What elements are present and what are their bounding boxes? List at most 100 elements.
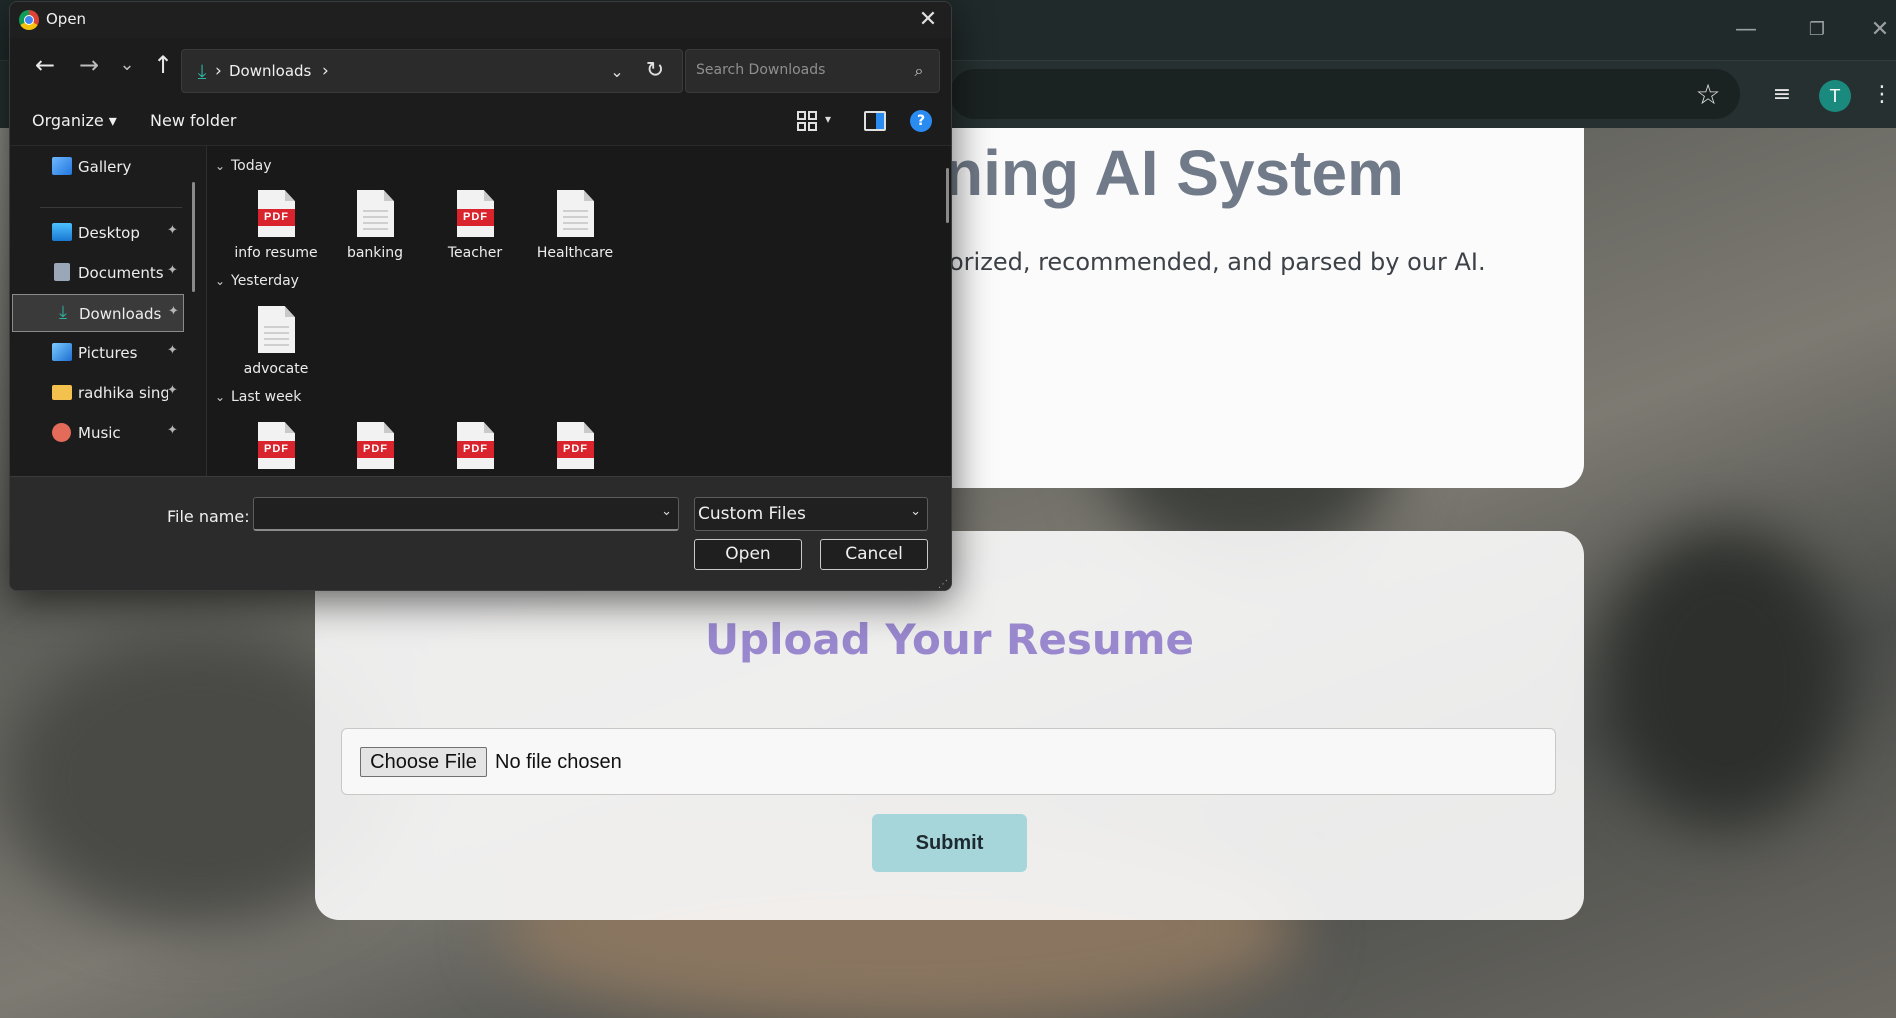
- sidebar-item-label: Pictures: [78, 344, 138, 362]
- group-header-last-week[interactable]: ⌄ Last week: [215, 389, 301, 405]
- hero-title: ning AI System: [944, 137, 1404, 209]
- path-bar[interactable]: ⤓ › Downloads › ⌄ ↻: [181, 49, 683, 93]
- file-item-info-resume[interactable]: PDF info resume: [228, 190, 324, 276]
- hero-subtitle: orized, recommended, and parsed by our A…: [949, 248, 1486, 276]
- file-type-select[interactable]: Custom Files ⌄: [694, 497, 928, 531]
- pdf-badge: PDF: [258, 441, 295, 458]
- file-list-scrollbar[interactable]: [946, 168, 949, 223]
- pdf-badge: PDF: [457, 209, 494, 226]
- view-options-icon[interactable]: [796, 110, 818, 132]
- sidebar-item-label: Downloads: [79, 305, 162, 323]
- gallery-icon: [52, 157, 72, 175]
- file-item-pdf[interactable]: PDF: [527, 422, 623, 476]
- navigation-pane: Gallery Desktop ✦ Documents ✦ ⤓ Download…: [10, 146, 206, 476]
- file-item-banking[interactable]: banking: [327, 190, 423, 276]
- file-item-healthcare[interactable]: Healthcare: [527, 190, 623, 276]
- refresh-icon[interactable]: ↻: [637, 56, 673, 86]
- forward-icon[interactable]: →: [72, 48, 106, 82]
- open-button[interactable]: Open: [694, 539, 802, 570]
- chevron-down-icon[interactable]: ⌄: [215, 274, 231, 288]
- minimize-button[interactable]: —: [1726, 12, 1766, 48]
- pdf-file-icon: PDF: [258, 422, 295, 469]
- chrome-icon: [19, 10, 39, 30]
- help-icon[interactable]: ?: [910, 110, 932, 132]
- pin-icon[interactable]: ✦: [167, 423, 178, 438]
- documents-icon: [54, 263, 70, 281]
- background-photo: [1600, 528, 1850, 828]
- sidebar-item-documents[interactable]: Documents ✦: [12, 254, 184, 292]
- sidebar-item-gallery[interactable]: Gallery: [12, 148, 184, 186]
- command-bar: Organize ▾ New folder ▾ ?: [10, 98, 951, 146]
- dialog-footer: File name: ⌄ Custom Files ⌄ Open Cancel …: [10, 476, 951, 590]
- search-placeholder: Search Downloads: [696, 62, 826, 78]
- sidebar-item-label: Documents: [78, 264, 164, 282]
- pin-icon[interactable]: ✦: [168, 304, 179, 319]
- window-close-button[interactable]: ✕: [1860, 12, 1896, 48]
- reading-list-icon[interactable]: ≡: [1762, 75, 1802, 115]
- group-header-today[interactable]: ⌄ Today: [215, 158, 272, 174]
- sidebar-divider: [40, 207, 182, 208]
- star-icon[interactable]: ☆: [1688, 75, 1728, 115]
- pin-icon[interactable]: ✦: [167, 263, 178, 278]
- dialog-title: Open: [46, 10, 87, 28]
- sidebar-item-radhika-singh[interactable]: radhika singh ✦: [12, 374, 184, 412]
- pin-icon[interactable]: ✦: [167, 383, 178, 398]
- file-item-pdf[interactable]: PDF: [327, 422, 423, 476]
- search-input[interactable]: Search Downloads ⌕: [685, 49, 940, 93]
- document-file-icon: [258, 306, 295, 353]
- chevron-down-icon[interactable]: ⌄: [910, 504, 921, 519]
- file-name-label: File name:: [167, 507, 250, 526]
- choose-file-button[interactable]: Choose File: [360, 747, 487, 777]
- group-label: Last week: [231, 389, 302, 405]
- no-file-text: No file chosen: [495, 751, 622, 773]
- chevron-down-icon[interactable]: ⌄: [602, 58, 632, 86]
- pin-icon[interactable]: ✦: [167, 343, 178, 358]
- sidebar-item-pictures[interactable]: Pictures ✦: [12, 334, 184, 372]
- pdf-badge: PDF: [258, 209, 295, 226]
- address-bar[interactable]: [950, 69, 1740, 119]
- cancel-button[interactable]: Cancel: [820, 539, 928, 570]
- preview-pane-icon[interactable]: [864, 111, 886, 131]
- chevron-down-icon[interactable]: ⌄: [215, 390, 231, 404]
- sidebar-item-music[interactable]: Music ✦: [12, 414, 184, 452]
- new-folder-button[interactable]: New folder: [150, 111, 236, 130]
- chevron-down-icon[interactable]: ⌄: [661, 504, 672, 519]
- submit-button[interactable]: Submit: [872, 814, 1027, 872]
- sidebar-item-downloads[interactable]: ⤓ Downloads ✦: [12, 294, 184, 332]
- search-icon: ⌕: [914, 61, 924, 80]
- document-file-icon: [557, 190, 594, 237]
- pin-icon[interactable]: ✦: [167, 223, 178, 238]
- back-icon[interactable]: ←: [28, 48, 62, 82]
- breadcrumb-chevron-icon[interactable]: ›: [322, 60, 329, 82]
- organize-menu[interactable]: Organize ▾: [32, 111, 117, 130]
- file-name: advocate: [243, 361, 309, 377]
- file-item-teacher[interactable]: PDF Teacher: [427, 190, 523, 276]
- sidebar-scrollbar[interactable]: [192, 182, 195, 292]
- recent-locations-icon[interactable]: ⌄: [110, 48, 144, 82]
- group-label: Today: [231, 158, 272, 174]
- up-icon[interactable]: ↑: [146, 48, 180, 82]
- file-item-pdf[interactable]: PDF: [427, 422, 523, 476]
- breadcrumb-chevron-icon[interactable]: ›: [215, 60, 222, 82]
- file-list: ⌄ Today PDF info resume banking PDF Teach…: [207, 146, 951, 476]
- sidebar-item-desktop[interactable]: Desktop ✦: [12, 214, 184, 252]
- file-type-value: Custom Files: [698, 504, 806, 524]
- group-header-yesterday[interactable]: ⌄ Yesterday: [215, 273, 299, 289]
- file-name: Healthcare: [536, 245, 614, 261]
- chevron-down-icon[interactable]: ⌄: [215, 159, 231, 173]
- file-name-field[interactable]: ⌄: [253, 497, 679, 531]
- view-dropdown-icon[interactable]: ▾: [825, 112, 831, 126]
- close-icon[interactable]: ✕: [910, 4, 946, 36]
- menu-icon[interactable]: ⋮: [1868, 75, 1896, 115]
- dialog-navbar: ← → ⌄ ↑ ⤓ › Downloads › ⌄ ↻ Search Downl…: [10, 38, 951, 98]
- file-name: banking: [346, 245, 404, 261]
- resize-grip-icon[interactable]: ⋰: [938, 579, 948, 590]
- file-item-pdf[interactable]: PDF: [228, 422, 324, 476]
- dialog-titlebar: Open ✕: [10, 2, 951, 38]
- restore-button[interactable]: ❐: [1797, 12, 1837, 48]
- pdf-badge: PDF: [557, 441, 594, 458]
- profile-avatar[interactable]: T: [1819, 80, 1851, 112]
- file-item-advocate[interactable]: advocate: [228, 306, 324, 392]
- file-input[interactable]: Choose File No file chosen: [341, 728, 1556, 795]
- breadcrumb-downloads[interactable]: Downloads: [229, 60, 311, 82]
